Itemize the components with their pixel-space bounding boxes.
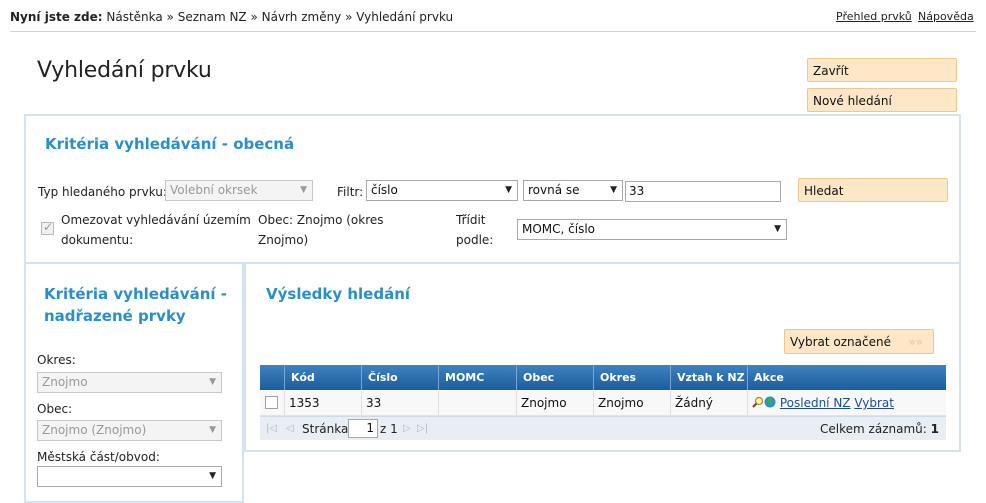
help-link[interactable]: Nápověda: [918, 10, 974, 23]
globe-icon[interactable]: [764, 391, 776, 408]
chevron-down-icon: ▼: [209, 377, 216, 387]
table-row: 1353 33 Znojmo Znojmo Žádný Poslední NZ …: [260, 390, 946, 416]
row-checkbox[interactable]: [265, 396, 278, 409]
sort-select[interactable]: MOMC, číslo ▼: [517, 219, 787, 240]
city-part-label: Městská část/obvod:: [37, 450, 160, 464]
municipality-label: Obec:: [37, 402, 73, 416]
breadcrumb: Nyní jste zde: Nástěnka » Seznam NZ » Ná…: [10, 10, 453, 24]
select-marked-button[interactable]: Vybrat označené »»: [784, 329, 934, 354]
chevron-down-icon: ▼: [505, 185, 512, 195]
row-district: Znojmo: [593, 390, 670, 416]
filter-operator-select[interactable]: rovná se ▼: [523, 180, 623, 201]
row-number: 33: [361, 390, 438, 416]
limit-territory-label-1: Omezovat vyhledávání územím: [61, 213, 251, 227]
close-button[interactable]: Zavřít: [807, 58, 957, 82]
chevron-down-icon: ▼: [610, 185, 617, 195]
magnifier-icon[interactable]: [752, 391, 764, 408]
filter-operator-value: rovná se: [528, 183, 580, 197]
row-municipality: Znojmo: [516, 390, 593, 416]
filter-field-select[interactable]: číslo ▼: [366, 180, 518, 201]
municipality-info-2: Znojmo): [258, 233, 309, 247]
type-select-value: Volební okrsek: [170, 183, 258, 197]
next-page-icon[interactable]: ▷: [403, 423, 411, 434]
search-button[interactable]: Hledat: [798, 178, 948, 202]
type-label: Typ hledaného prvku:: [38, 185, 167, 199]
sort-select-value: MOMC, číslo: [522, 222, 596, 236]
row-select-cell: [260, 390, 284, 416]
type-select[interactable]: Volební okrsek ▼: [165, 180, 313, 201]
pager-page-label: Stránka: [302, 422, 349, 436]
results-grid-header: Kód Číslo MOMC Obec Okres Vztah k NZ Akc…: [260, 365, 946, 390]
pager-total-value: 1: [930, 422, 939, 436]
chevron-down-icon: ▼: [209, 471, 216, 481]
breadcrumb-path: Nástěnka » Seznam NZ » Návrh změny » Vyh…: [106, 10, 454, 24]
filter-field-value: číslo: [371, 183, 398, 197]
municipality-select-value: Znojmo (Znojmo): [42, 423, 147, 437]
column-header-number[interactable]: Číslo: [361, 365, 438, 390]
overview-link[interactable]: Přehled prvků: [836, 10, 912, 23]
select-row-link[interactable]: Vybrat: [854, 396, 894, 410]
row-code: 1353: [284, 390, 361, 416]
row-actions: Poslední NZ Vybrat: [747, 390, 946, 416]
municipality-info-1: Obec: Znojmo (okres: [258, 213, 384, 227]
select-column-header: [260, 365, 284, 390]
pager-page-input[interactable]: 1: [348, 419, 378, 438]
last-page-icon[interactable]: ▷|: [417, 423, 428, 434]
new-search-button[interactable]: Nové hledání: [807, 88, 957, 112]
limit-territory-label-2: dokumentu:: [61, 233, 134, 247]
district-select-value: Znojmo: [42, 375, 88, 389]
results-title: Výsledky hledání: [266, 285, 411, 303]
pager-total: Celkem záznamů: 1: [820, 422, 939, 436]
sort-label-1: Třídit: [456, 213, 486, 227]
chevron-down-icon: ▼: [209, 425, 216, 435]
row-momc: [438, 390, 516, 416]
results-pager: |◁ ◁ Stránka 1 z 1 ▷ ▷| Celkem záznamů: …: [260, 416, 946, 440]
breadcrumb-prefix: Nyní jste zde:: [10, 10, 103, 24]
row-relation: Žádný: [670, 390, 747, 416]
column-header-district[interactable]: Okres: [593, 365, 670, 390]
chevron-down-icon: ▼: [300, 185, 307, 195]
sort-label-2: podle:: [456, 233, 494, 247]
prev-page-icon[interactable]: ◁: [286, 423, 294, 434]
column-header-momc[interactable]: MOMC: [438, 365, 516, 390]
general-criteria-title: Kritéria vyhledávání - obecná: [45, 135, 295, 153]
last-nz-link[interactable]: Poslední NZ: [780, 396, 851, 410]
district-label: Okres:: [37, 353, 76, 367]
city-part-select[interactable]: ▼: [37, 466, 222, 487]
pager-total-label: Celkem záznamů:: [820, 422, 927, 436]
municipality-select[interactable]: Znojmo (Znojmo) ▼: [37, 420, 222, 441]
first-page-icon[interactable]: |◁: [266, 423, 277, 434]
parent-criteria-title-1: Kritéria vyhledávání -: [44, 285, 227, 303]
double-chevron-icon: »»: [908, 335, 923, 349]
limit-territory-checkbox[interactable]: [41, 220, 54, 235]
page-title: Vyhledání prvku: [37, 58, 212, 83]
select-marked-label: Vybrat označené: [790, 335, 891, 349]
district-select[interactable]: Znojmo ▼: [37, 372, 222, 393]
chevron-down-icon: ▼: [774, 224, 781, 234]
parent-criteria-title-2: nadřazené prvky: [44, 307, 186, 325]
column-header-relation[interactable]: Vztah k NZ: [670, 365, 747, 390]
pager-of-label: z 1: [380, 422, 398, 436]
filter-label: Filtr:: [337, 185, 364, 199]
column-header-municipality[interactable]: Obec: [516, 365, 593, 390]
column-header-code[interactable]: Kód: [284, 365, 361, 390]
column-header-action[interactable]: Akce: [747, 365, 946, 390]
filter-value-input[interactable]: 33: [625, 181, 781, 202]
